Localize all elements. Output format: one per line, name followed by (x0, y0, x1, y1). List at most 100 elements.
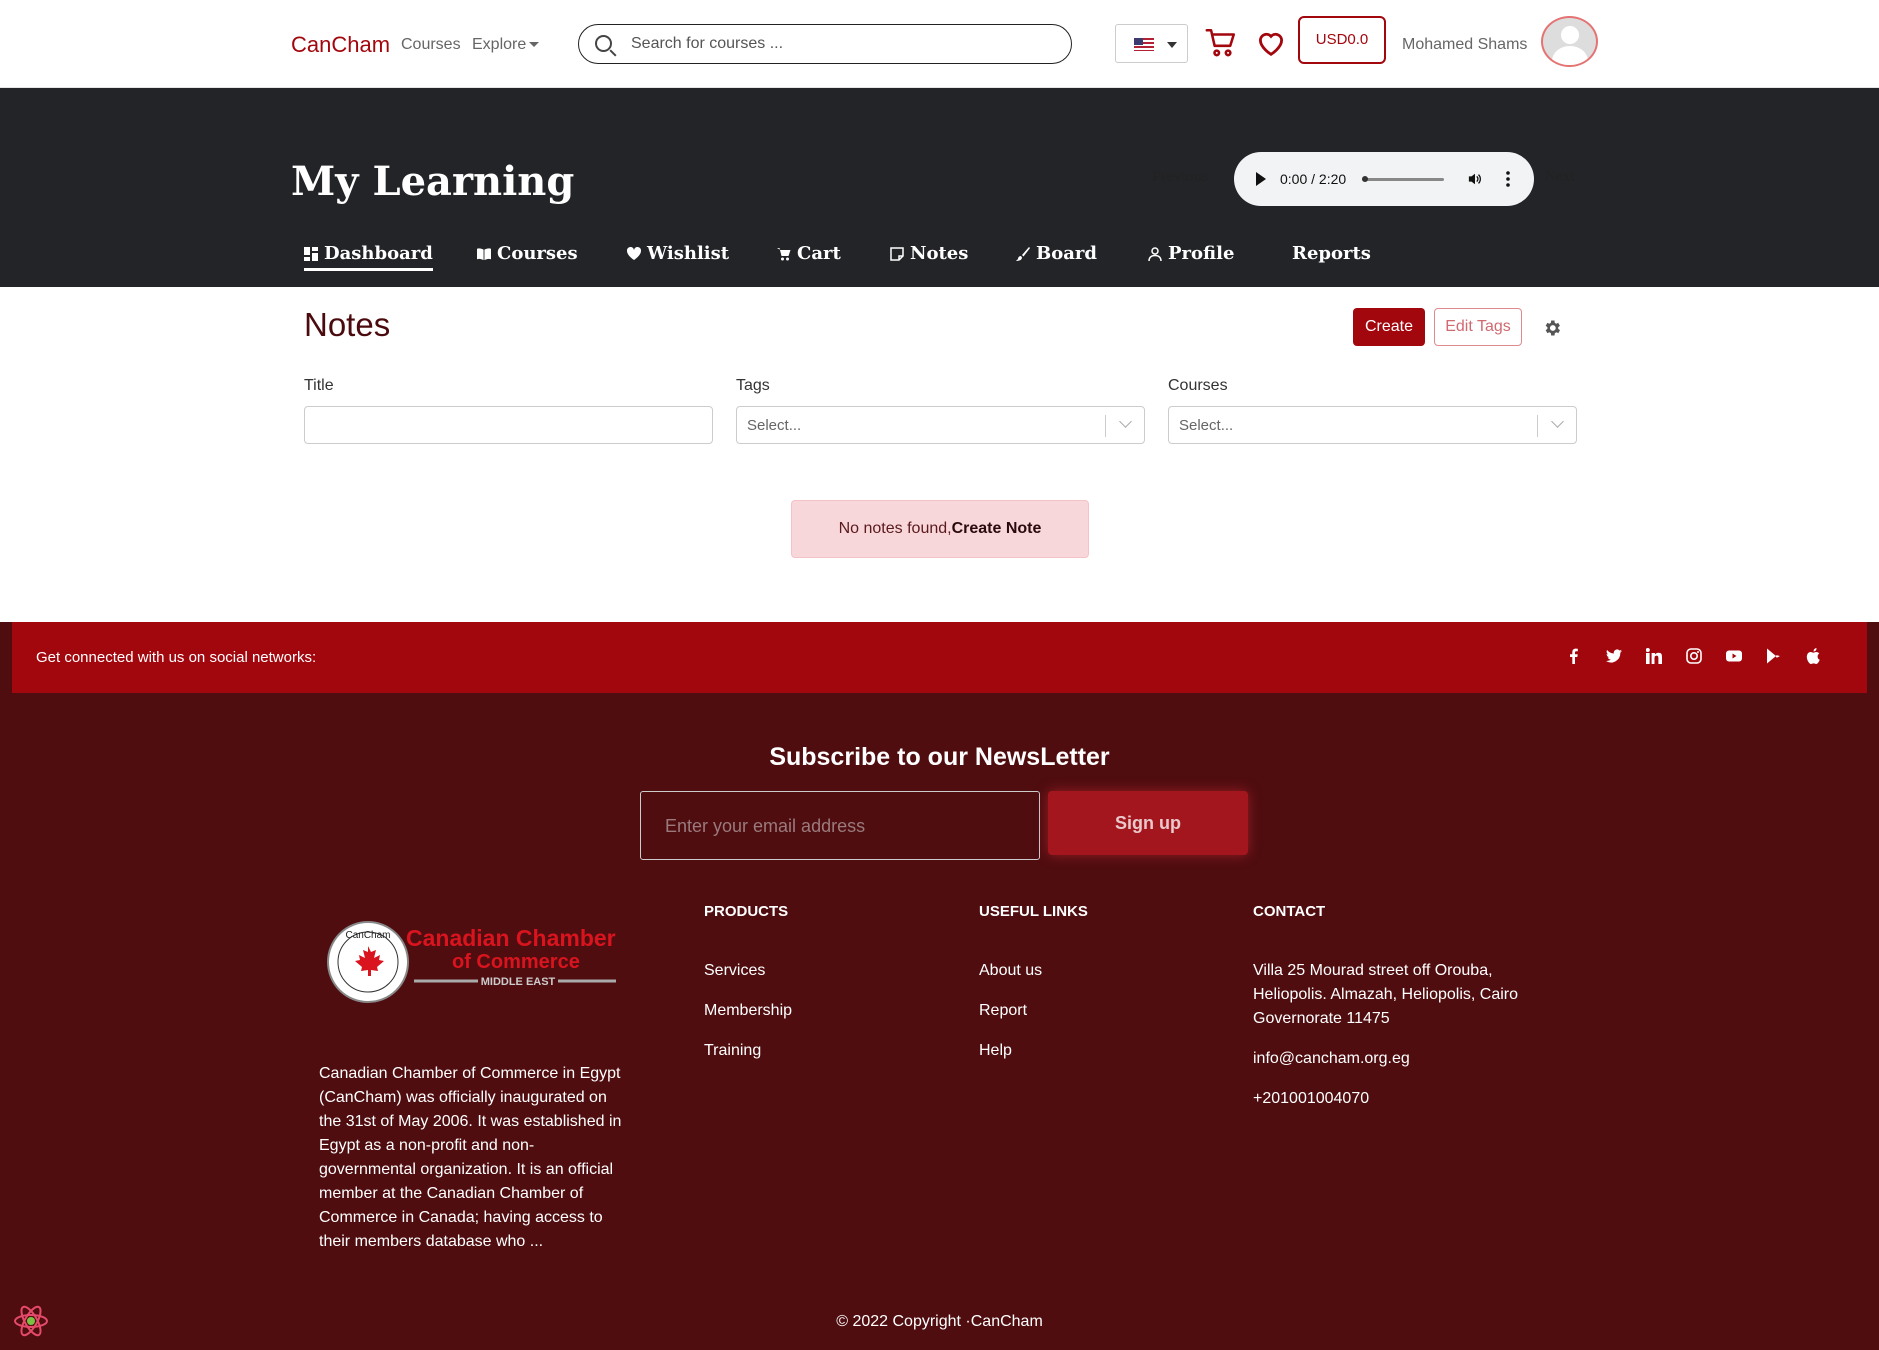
logo-region-text: MIDDLE EAST (481, 976, 556, 988)
caret-down-icon (529, 42, 540, 48)
logo-main-text: Canadian Chamber (406, 925, 616, 951)
tab-label: Board (1036, 243, 1097, 264)
create-note-button[interactable]: Create (1353, 308, 1425, 346)
my-learning-hero: My Learning Previous 0:00 / 2:20 Next Da… (0, 88, 1879, 287)
notes-heading: Notes (304, 306, 391, 343)
footer-link-report[interactable]: Report (979, 1002, 1027, 1020)
us-flag-icon (1134, 38, 1154, 51)
edit-tags-button[interactable]: Edit Tags (1434, 308, 1522, 346)
currency-balance-button[interactable]: USD0.0 (1298, 16, 1386, 64)
user-name[interactable]: Mohamed Shams (1402, 36, 1527, 54)
social-bar: Get connected with us on social networks… (12, 622, 1867, 693)
contact-heading: CONTACT (1253, 903, 1326, 920)
search-input[interactable] (631, 33, 1051, 55)
avatar-head (1561, 26, 1579, 44)
footer-link-membership[interactable]: Membership (704, 1002, 792, 1020)
courses-filter-label: Courses (1168, 377, 1228, 394)
title-filter-label: Title (304, 377, 334, 394)
avatar[interactable] (1541, 16, 1598, 67)
nav-explore-dropdown[interactable]: Explore (472, 36, 540, 54)
tags-filter-label: Tags (736, 377, 770, 394)
wishlist-heart-icon[interactable] (1254, 26, 1288, 60)
page-title: My Learning (291, 158, 575, 205)
heart-icon (627, 246, 641, 260)
footer-link-help[interactable]: Help (979, 1042, 1012, 1060)
language-selector[interactable] (1115, 24, 1188, 63)
tags-select-placeholder: Select... (747, 417, 802, 434)
audio-previous-button[interactable]: Previous (1152, 168, 1208, 186)
select-separator (1537, 415, 1538, 437)
dashboard-icon (304, 246, 318, 261)
more-options-icon[interactable] (1506, 171, 1510, 187)
cart-icon (777, 247, 791, 260)
newsletter-email-field[interactable] (640, 791, 1040, 860)
twitter-icon[interactable] (1606, 648, 1622, 664)
nav-courses-link[interactable]: Courses (401, 36, 461, 54)
contact-address: Villa 25 Mourad street off Orouba, Helio… (1253, 962, 1519, 1027)
google-play-icon[interactable] (1766, 648, 1782, 664)
tab-profile[interactable]: Profile (1148, 243, 1234, 264)
tab-label: Notes (910, 243, 969, 264)
instagram-icon[interactable] (1686, 648, 1702, 664)
top-navbar: CanCham Courses Explore USD0.0 Mohamed S… (0, 0, 1879, 88)
tab-label: Profile (1168, 243, 1235, 264)
tab-cart[interactable]: Cart (777, 243, 841, 264)
apple-icon[interactable] (1806, 648, 1822, 664)
newsletter-email-input[interactable] (665, 814, 1015, 838)
play-icon[interactable] (1256, 172, 1266, 186)
cart-icon[interactable] (1204, 26, 1238, 60)
linkedin-icon[interactable] (1646, 648, 1662, 664)
social-text: Get connected with us on social networks… (36, 649, 317, 666)
youtube-icon[interactable] (1726, 648, 1742, 664)
nav-explore-label: Explore (472, 36, 527, 53)
volume-icon[interactable] (1468, 172, 1482, 186)
footer-link-about[interactable]: About us (979, 962, 1042, 980)
tab-label: Wishlist (647, 243, 730, 264)
tab-dashboard[interactable]: Dashboard (304, 243, 433, 271)
tab-notes[interactable]: Notes (890, 243, 968, 264)
footer-link-services[interactable]: Services (704, 962, 765, 980)
audio-player[interactable]: 0:00 / 2:20 (1234, 152, 1534, 206)
tags-filter-select[interactable]: Select... (736, 406, 1145, 444)
create-note-link[interactable]: Create Note (952, 520, 1042, 537)
tab-courses[interactable]: Courses (477, 243, 578, 264)
book-icon (477, 247, 491, 260)
copyright-text: © 2022 Copyright ·CanCham (836, 1313, 1043, 1330)
tab-label: Cart (797, 243, 841, 264)
brand-logo[interactable]: CanCham (291, 32, 390, 58)
search-icon (595, 35, 612, 52)
chevron-down-icon (1119, 415, 1132, 428)
logo-sub-text: of Commerce (452, 951, 580, 973)
courses-filter-select[interactable]: Select... (1168, 406, 1577, 444)
about-text: Canadian Chamber of Commerce in Egypt (C… (319, 1065, 622, 1250)
tab-board[interactable]: Board (1016, 243, 1097, 264)
contact-phone[interactable]: +201001004070 (1253, 1090, 1369, 1108)
audio-progress-slider[interactable] (1362, 176, 1444, 182)
footer-link-training[interactable]: Training (704, 1042, 761, 1060)
title-filter-input[interactable] (304, 406, 713, 444)
tab-label: Reports (1292, 243, 1371, 264)
contact-email[interactable]: info@cancham.org.eg (1253, 1050, 1410, 1068)
audio-next-button[interactable]: Next (1544, 168, 1575, 186)
brush-icon (1016, 246, 1030, 261)
search-bar[interactable] (578, 24, 1072, 64)
facebook-icon[interactable] (1566, 648, 1582, 664)
newsletter-title: Subscribe to our NewsLetter (769, 743, 1110, 771)
tab-reports[interactable]: Reports (1292, 243, 1371, 264)
chevron-down-icon (1551, 415, 1564, 428)
tab-wishlist[interactable]: Wishlist (627, 243, 729, 264)
cancham-logo: CanCham Canadian Chamber of Commerce MID… (327, 921, 616, 1003)
empty-notes-text: No notes found, (838, 520, 952, 537)
useful-links-heading: USEFUL LINKS (979, 903, 1088, 920)
courses-select-placeholder: Select... (1179, 417, 1234, 434)
tab-label: Dashboard (324, 243, 433, 264)
tab-label: Courses (497, 243, 578, 264)
note-icon (890, 246, 904, 261)
user-icon (1148, 246, 1162, 261)
select-separator (1105, 415, 1106, 437)
caret-down-icon (1167, 42, 1177, 48)
newsletter-signup-button[interactable]: Sign up (1048, 791, 1248, 855)
gear-icon[interactable] (1542, 318, 1562, 338)
react-devtools-icon[interactable] (12, 1302, 50, 1340)
logo-badge-text: CanCham (345, 930, 390, 941)
